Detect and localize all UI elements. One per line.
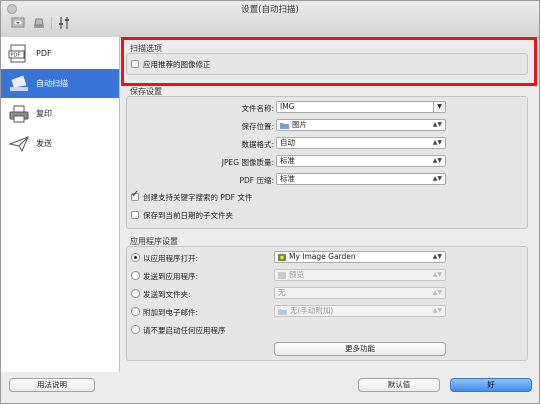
jpeg-quality-label: JPEG 图像质量: (221, 158, 274, 167)
folder-icon (278, 308, 287, 315)
send-to-folder-label: 发送到文件夹: (143, 290, 191, 299)
jpeg-quality-select[interactable]: 标准 ▲▼ (276, 155, 446, 167)
send-to-folder-select[interactable]: 无 ▲▼ (274, 287, 446, 299)
sidebar-item-copy[interactable]: 复印 (1, 99, 119, 128)
open-with-app-radio[interactable] (131, 253, 140, 262)
instructions-button[interactable]: 用法说明 (9, 378, 95, 392)
save-location-value: 图片 (292, 120, 307, 129)
apply-correction-checkbox[interactable] (131, 60, 139, 68)
open-with-app-label: 以应用程序打开: (143, 254, 199, 263)
create-pdf-keyword-checkbox[interactable] (131, 189, 139, 201)
file-name-label: 文件名称: (241, 104, 274, 113)
toolbar-divider (51, 17, 52, 30)
settings-window: 设置(自动扫描) PDF PDF 自动扫描 复印 发送 扫描选项 应用推荐的图像… (0, 0, 540, 404)
send-to-app-value: 预览 (289, 270, 304, 279)
sidebar: PDF PDF 自动扫描 复印 发送 (1, 37, 120, 372)
save-location-select[interactable]: 图片 ▲▼ (276, 119, 446, 131)
save-location-label: 保存位置: (241, 122, 274, 131)
save-subfolder-checkbox[interactable] (131, 211, 139, 219)
more-functions-button[interactable]: 更多功能 (274, 342, 446, 356)
file-name-value: IMG (280, 102, 295, 111)
sidebar-item-label: 自动扫描 (36, 79, 68, 88)
open-with-app-value: My Image Garden (289, 252, 356, 261)
sidebar-item-pdf[interactable]: PDF PDF (1, 39, 119, 68)
ok-button[interactable]: 好 (450, 378, 532, 392)
data-format-value: 自动 (280, 138, 295, 147)
attach-email-radio[interactable] (131, 307, 140, 316)
apply-correction-label: 应用推荐的图像修正 (143, 60, 211, 69)
no-app-label: 请不要启动任何应用程序 (143, 326, 226, 335)
chevron-down-icon[interactable]: ▼ (433, 102, 445, 112)
send-to-app-radio[interactable] (131, 271, 140, 280)
save-subfolder-label: 保存到当前日期的子文件夹 (143, 211, 233, 220)
scan-from-panel-tab-icon[interactable] (31, 16, 47, 30)
chevron-updown-icon: ▲▼ (432, 157, 442, 164)
title-bar: 设置(自动扫描) (1, 1, 539, 38)
paper-plane-icon (8, 135, 29, 152)
auto-scan-icon (10, 75, 28, 91)
send-to-folder-radio[interactable] (131, 289, 140, 298)
folder-icon (280, 122, 289, 129)
pdf-compression-select[interactable]: 标准 ▲▼ (276, 173, 446, 185)
no-app-radio[interactable] (131, 325, 140, 334)
chevron-updown-icon: ▲▼ (432, 271, 442, 278)
chevron-updown-icon: ▲▼ (432, 307, 442, 314)
pdf-compression-label: PDF 压缩: (239, 176, 274, 185)
scan-from-computer-tab-icon[interactable] (10, 16, 26, 30)
create-pdf-keyword-label: 创建支持关键字搜索的 PDF 文件 (143, 193, 253, 202)
chevron-updown-icon: ▲▼ (432, 139, 442, 146)
pdf-icon: PDF (8, 44, 26, 62)
send-to-app-select[interactable]: 预览 ▲▼ (274, 269, 446, 281)
chevron-updown-icon: ▲▼ (432, 253, 442, 260)
attach-email-select[interactable]: 无(手动附加) ▲▼ (274, 305, 446, 317)
attach-email-label: 附加到电子邮件: (143, 308, 199, 317)
sidebar-item-label: 复印 (36, 109, 52, 118)
file-name-combo[interactable]: IMG ▼ (276, 101, 446, 113)
chevron-updown-icon: ▲▼ (432, 175, 442, 182)
window-title: 设置(自动扫描) (241, 5, 299, 15)
sidebar-item-auto-scan[interactable]: 自动扫描 (1, 69, 119, 98)
sidebar-item-label: PDF (36, 49, 52, 58)
send-to-folder-value: 无 (278, 288, 286, 297)
data-format-label: 数据格式: (241, 140, 274, 149)
my-image-garden-icon (278, 253, 286, 261)
preview-app-icon (278, 271, 286, 279)
chevron-updown-icon: ▲▼ (432, 121, 442, 128)
printer-icon (9, 105, 29, 122)
open-with-app-select[interactable]: My Image Garden ▲▼ (274, 251, 446, 263)
defaults-button[interactable]: 默认值 (358, 378, 440, 392)
send-to-app-label: 发送到应用程序: (143, 272, 199, 281)
jpeg-quality-value: 标准 (280, 156, 295, 165)
sidebar-item-label: 发送 (36, 139, 52, 148)
data-format-select[interactable]: 自动 ▲▼ (276, 137, 446, 149)
pdf-compression-value: 标准 (280, 174, 295, 183)
main-panel: 扫描选项 应用推荐的图像修正 保存设置 文件名称: IMG ▼ 保存位置: 图片… (120, 37, 540, 372)
chevron-updown-icon: ▲▼ (432, 289, 442, 296)
svg-text:PDF: PDF (11, 52, 21, 58)
attach-email-value: 无(手动附加) (290, 306, 334, 315)
sidebar-item-send[interactable]: 发送 (1, 129, 119, 158)
general-settings-tab-icon[interactable] (56, 16, 72, 30)
